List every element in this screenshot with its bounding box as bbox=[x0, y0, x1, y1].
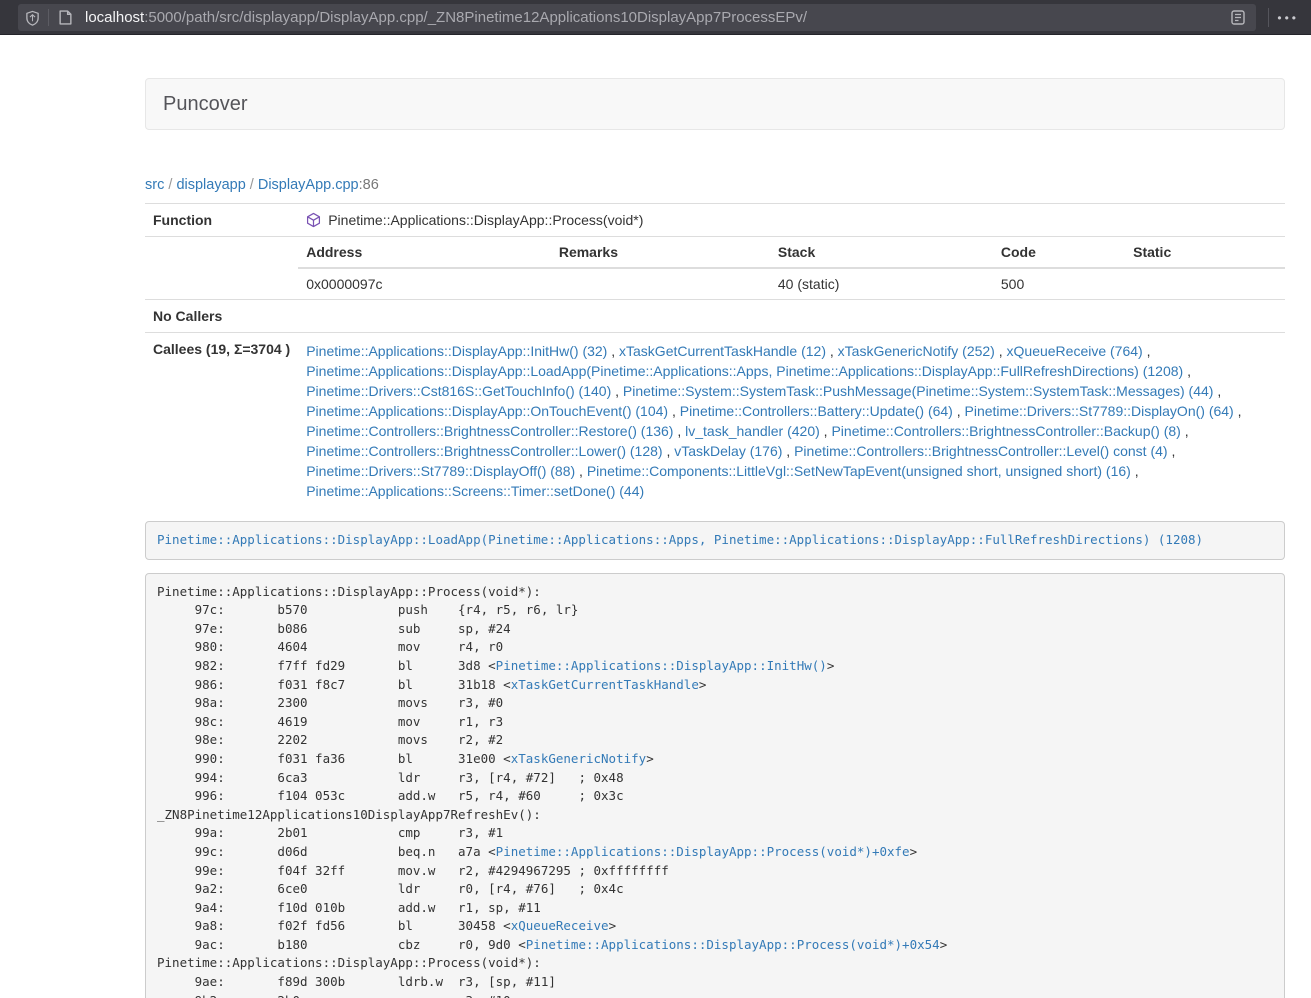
breadcrumb-src[interactable]: src bbox=[145, 177, 164, 193]
page-container: Puncover src / displayapp / DisplayApp.c… bbox=[145, 78, 1285, 998]
col-header-static: Static bbox=[1125, 237, 1285, 268]
callee-link[interactable]: Pinetime::Controllers::Battery::Update()… bbox=[680, 403, 953, 419]
assembly-symbol-link[interactable]: xQueueReceive bbox=[511, 918, 609, 933]
breadcrumb-displayapp[interactable]: displayapp bbox=[176, 177, 245, 193]
callees-label: Callees (19, Σ=3704 ) bbox=[145, 333, 298, 510]
callee-link[interactable]: xQueueReceive (764) bbox=[1007, 343, 1143, 359]
stats-row: Address Remarks Stack Code Static 0x0000… bbox=[145, 237, 1285, 300]
callee-link[interactable]: xTaskGetCurrentTaskHandle (12) bbox=[619, 343, 826, 359]
callee-link[interactable]: lv_task_handler (420) bbox=[685, 423, 820, 439]
symbol-cube-icon bbox=[306, 212, 321, 228]
function-row-label: Function bbox=[145, 204, 298, 237]
reader-mode-icon[interactable] bbox=[1224, 4, 1252, 31]
page-icon[interactable] bbox=[51, 4, 79, 31]
brand-link[interactable]: Puncover bbox=[163, 93, 248, 116]
callee-link[interactable]: vTaskDelay (176) bbox=[674, 443, 782, 459]
toolbar-divider bbox=[1268, 8, 1269, 27]
urlbar-divider bbox=[48, 9, 49, 26]
url-text[interactable]: localhost:5000/path/src/displayapp/Displ… bbox=[85, 9, 807, 26]
value-stack: 40 (static) bbox=[770, 268, 993, 299]
callee-link[interactable]: Pinetime::Drivers::St7789::DisplayOn() (… bbox=[965, 403, 1234, 419]
callee-link[interactable]: Pinetime::Applications::DisplayApp::Init… bbox=[306, 343, 607, 359]
col-header-address: Address bbox=[298, 237, 551, 268]
callers-row: No Callers bbox=[145, 300, 1285, 333]
stats-table: Address Remarks Stack Code Static 0x0000… bbox=[298, 237, 1285, 299]
brand-panel: Puncover bbox=[145, 78, 1285, 130]
value-static bbox=[1125, 268, 1285, 299]
breadcrumb: src / displayapp / DisplayApp.cpp:86 bbox=[145, 177, 1285, 193]
function-row: Function Pinetime::Applications::Display… bbox=[145, 204, 1285, 237]
value-address: 0x0000097c bbox=[298, 268, 551, 299]
no-callers-label: No Callers bbox=[145, 300, 298, 333]
col-header-stack: Stack bbox=[770, 237, 993, 268]
breadcrumb-file[interactable]: DisplayApp.cpp bbox=[258, 177, 359, 193]
menu-icon[interactable]: ••• bbox=[1277, 11, 1311, 25]
browser-toolbar: localhost:5000/path/src/displayapp/Displ… bbox=[0, 0, 1311, 35]
breadcrumb-separator: / bbox=[246, 177, 258, 193]
assembly-pre: Pinetime::Applications::DisplayApp::Proc… bbox=[145, 573, 1285, 998]
assembly-symbol-link[interactable]: Pinetime::Applications::DisplayApp::Proc… bbox=[496, 844, 910, 859]
callee-link[interactable]: Pinetime::Applications::DisplayApp::OnTo… bbox=[306, 403, 668, 419]
col-header-remarks: Remarks bbox=[551, 237, 770, 268]
callees-row: Callees (19, Σ=3704 ) Pinetime::Applicat… bbox=[145, 333, 1285, 510]
callee-link[interactable]: Pinetime::Components::LittleVgl::SetNewT… bbox=[587, 463, 1131, 479]
callee-link[interactable]: Pinetime::Controllers::BrightnessControl… bbox=[306, 443, 662, 459]
selected-callee-link[interactable]: Pinetime::Applications::DisplayApp::Load… bbox=[157, 532, 1203, 547]
callee-link[interactable]: Pinetime::Applications::DisplayApp::Load… bbox=[306, 363, 1183, 379]
function-name: Pinetime::Applications::DisplayApp::Proc… bbox=[328, 210, 643, 230]
assembly-symbol-link[interactable]: xTaskGenericNotify bbox=[511, 751, 646, 766]
selected-callee-box: Pinetime::Applications::DisplayApp::Load… bbox=[145, 521, 1285, 560]
callee-link[interactable]: Pinetime::Controllers::BrightnessControl… bbox=[831, 423, 1180, 439]
assembly-symbol-link[interactable]: Pinetime::Applications::DisplayApp::Init… bbox=[496, 658, 827, 673]
callee-link[interactable]: Pinetime::Applications::Screens::Timer::… bbox=[306, 483, 644, 499]
shield-icon[interactable] bbox=[18, 4, 46, 31]
url-path: :5000/path/src/displayapp/DisplayApp.cpp… bbox=[144, 9, 807, 26]
url-bar[interactable]: localhost:5000/path/src/displayapp/Displ… bbox=[18, 4, 1256, 31]
callee-link[interactable]: Pinetime::Controllers::BrightnessControl… bbox=[306, 423, 673, 439]
function-detail-table: Function Pinetime::Applications::Display… bbox=[145, 203, 1285, 509]
col-header-code: Code bbox=[993, 237, 1125, 268]
breadcrumb-separator: / bbox=[164, 177, 176, 193]
breadcrumb-line-number: :86 bbox=[359, 177, 379, 193]
callee-link[interactable]: Pinetime::Drivers::Cst816S::GetTouchInfo… bbox=[306, 383, 611, 399]
value-remarks bbox=[551, 268, 770, 299]
callee-link[interactable]: Pinetime::Controllers::BrightnessControl… bbox=[794, 443, 1167, 459]
callee-link[interactable]: Pinetime::Drivers::St7789::DisplayOff() … bbox=[306, 463, 575, 479]
value-code: 500 bbox=[993, 268, 1125, 299]
assembly-symbol-link[interactable]: Pinetime::Applications::DisplayApp::Proc… bbox=[526, 937, 940, 952]
callee-link[interactable]: Pinetime::System::SystemTask::PushMessag… bbox=[623, 383, 1214, 399]
callees-list: Pinetime::Applications::DisplayApp::Init… bbox=[298, 333, 1285, 510]
callee-link[interactable]: xTaskGenericNotify (252) bbox=[838, 343, 995, 359]
url-host: localhost bbox=[85, 9, 144, 26]
assembly-symbol-link[interactable]: xTaskGetCurrentTaskHandle bbox=[511, 677, 699, 692]
